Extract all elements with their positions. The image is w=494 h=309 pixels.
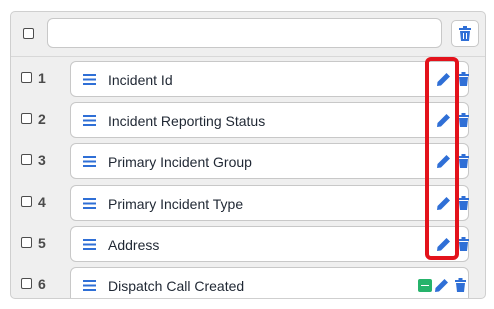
row-number: 3 — [38, 152, 46, 168]
delete-trash-icon[interactable] — [458, 154, 469, 168]
trash-icon — [459, 26, 471, 41]
list-item: 1 Incident Id — [11, 61, 485, 97]
row-checkbox[interactable] — [21, 154, 32, 165]
drag-handle-icon[interactable] — [83, 74, 96, 85]
row-number: 1 — [38, 70, 46, 86]
field-card[interactable]: Incident Id — [70, 61, 469, 97]
field-label: Primary Incident Type — [108, 196, 244, 212]
drag-handle-icon[interactable] — [83, 280, 96, 291]
list-item: 5 Address — [11, 226, 485, 262]
field-card[interactable]: Dispatch Call Created — [70, 267, 469, 298]
row-checkbox[interactable] — [21, 196, 32, 207]
tag-icon — [418, 279, 432, 292]
delete-trash-icon[interactable] — [458, 237, 469, 251]
row-checkbox[interactable] — [21, 72, 32, 83]
list-item: 3 Primary Incident Group — [11, 143, 485, 179]
delete-trash-icon[interactable] — [458, 196, 469, 210]
row-number: 6 — [38, 276, 46, 292]
drag-handle-icon[interactable] — [83, 156, 96, 167]
drag-handle-icon[interactable] — [83, 198, 96, 209]
field-card[interactable]: Address — [70, 226, 469, 262]
field-label: Incident Id — [108, 72, 173, 88]
list-item: 2 Incident Reporting Status — [11, 102, 485, 138]
field-card[interactable]: Primary Incident Type — [70, 185, 469, 221]
row-number: 2 — [38, 111, 46, 127]
row-number: 4 — [38, 194, 46, 210]
field-card[interactable]: Primary Incident Group — [70, 143, 469, 179]
select-all-checkbox[interactable] — [23, 28, 34, 39]
delete-trash-icon[interactable] — [455, 278, 466, 292]
row-number: 5 — [38, 235, 46, 251]
row-checkbox[interactable] — [21, 237, 32, 248]
search-input[interactable] — [47, 18, 442, 48]
field-label: Primary Incident Group — [108, 154, 252, 170]
row-checkbox[interactable] — [21, 278, 32, 289]
field-label: Incident Reporting Status — [108, 113, 266, 129]
field-label: Address — [108, 237, 160, 253]
highlight-box — [425, 57, 459, 260]
list-item: 6 Dispatch Call Created — [11, 267, 485, 298]
delete-all-button[interactable] — [451, 20, 479, 47]
header-divider — [11, 56, 485, 57]
field-list-panel: 1 Incident Id 2 Incident Reporting Statu… — [10, 11, 486, 299]
drag-handle-icon[interactable] — [83, 239, 96, 250]
list-item: 4 Primary Incident Type — [11, 185, 485, 221]
row-checkbox[interactable] — [21, 113, 32, 124]
delete-trash-icon[interactable] — [458, 113, 469, 127]
field-label: Dispatch Call Created — [108, 278, 245, 294]
delete-trash-icon[interactable] — [458, 72, 469, 86]
field-card[interactable]: Incident Reporting Status — [70, 102, 469, 138]
edit-pencil-icon[interactable] — [434, 278, 449, 293]
drag-handle-icon[interactable] — [83, 115, 96, 126]
